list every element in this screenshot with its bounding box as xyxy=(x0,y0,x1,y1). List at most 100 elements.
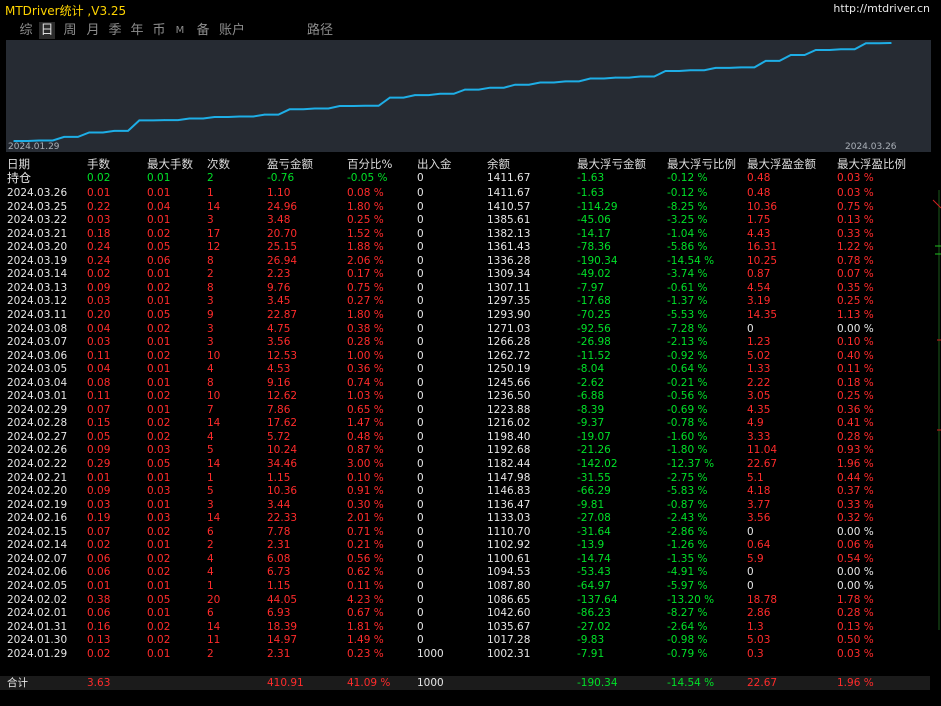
cell-max-float-loss: -8.39 xyxy=(577,403,605,416)
cell-max-float-profit: 4.9 xyxy=(747,417,764,430)
tab-7[interactable]: M xyxy=(174,22,186,39)
cell-max-float-loss-pct: -13.20 % xyxy=(667,593,715,606)
cell-trades: 2 xyxy=(207,539,214,552)
cell-max-float-loss-pct: -0.21 % xyxy=(667,376,708,389)
cell-pct: 0.75 % xyxy=(347,281,384,294)
cell-profit: 26.94 xyxy=(267,254,298,267)
tab-5[interactable]: 年 xyxy=(129,22,145,39)
cell-balance: 1133.03 xyxy=(487,512,531,525)
cell-max-lots: 0.01 xyxy=(147,579,171,592)
table-row: 2024.02.15 0.07 0.02 6 7.78 0.71 % 0 1110.70 -31… xyxy=(0,525,930,539)
cell-max-float-profit-pct: 0.75 % xyxy=(837,200,874,213)
title-bar: MTDriver统计 ,V3.25 http://mtdriver.cn xyxy=(0,0,941,20)
cell-date: 2024.03.01 xyxy=(7,390,68,403)
tab-8[interactable]: 备 xyxy=(195,22,211,39)
tab-10[interactable]: 路径 xyxy=(306,22,334,39)
cell-max-float-loss-pct: -0.56 % xyxy=(667,390,708,403)
cell-max-float-profit-pct: 1.13 % xyxy=(837,308,874,321)
cell-max-lots: 0.02 xyxy=(147,417,171,430)
tab-2[interactable]: 周 xyxy=(62,22,78,39)
cell-balance: 1307.11 xyxy=(487,281,531,294)
cell-trades: 6 xyxy=(207,525,214,538)
cell-max-lots: 0.02 xyxy=(147,322,171,335)
table-row: 2024.01.29 0.02 0.01 2 2.31 0.23 % 1000 1002.31… xyxy=(0,647,930,661)
cell-max-float-profit-pct: 0.03 % xyxy=(837,172,874,184)
cell-max-float-loss-pct: -5.83 % xyxy=(667,485,708,498)
cell-date: 2024.02.22 xyxy=(7,458,68,470)
cell-max-float-profit-pct: 0.25 % xyxy=(837,390,874,403)
cell-profit: 25.15 xyxy=(267,241,298,254)
cell-max-lots: 0.02 xyxy=(147,552,171,565)
cell-max-float-loss: -21.26 xyxy=(577,444,611,457)
cell-max-float-profit-pct: 0.03 % xyxy=(837,187,874,199)
website-link[interactable]: http://mtdriver.cn xyxy=(833,2,930,15)
cell-balance: 1385.61 xyxy=(487,214,531,227)
table-row: 2024.02.16 0.19 0.03 14 22.33 2.01 % 0 1133.03 -… xyxy=(0,511,930,525)
cell-pct: 4.23 % xyxy=(347,593,384,606)
cell-balance: 1411.67 xyxy=(487,187,531,199)
cell-profit: 14.97 xyxy=(267,634,298,647)
cell-trades: 4 xyxy=(207,363,214,376)
cell-max-float-loss-pct: -2.43 % xyxy=(667,512,708,525)
tab-0[interactable]: 综 xyxy=(18,22,34,39)
equity-point xyxy=(263,113,266,116)
cell-deposit: 0 xyxy=(417,485,424,498)
table-row: 2024.02.28 0.15 0.02 14 17.62 1.47 % 0 1216.02 -… xyxy=(0,416,930,430)
cell-deposit: 0 xyxy=(417,254,424,267)
tab-4[interactable]: 季 xyxy=(107,22,123,39)
cell-balance: 1410.57 xyxy=(487,200,531,213)
cell-max-float-loss-pct: -14.54 % xyxy=(667,254,715,267)
tab-6[interactable]: 币 xyxy=(151,22,167,39)
equity-point xyxy=(564,80,567,83)
cell-max-float-profit-pct: 0.54 % xyxy=(837,552,874,565)
cell-deposit: 0 xyxy=(417,281,424,294)
cell-lots: 0.06 xyxy=(87,566,111,579)
cell-date: 2024.03.20 xyxy=(7,241,68,254)
cell-lots: 0.01 xyxy=(87,471,111,484)
cell-profit: 9.76 xyxy=(267,281,291,294)
cell-profit: 22.87 xyxy=(267,308,298,321)
cell-trades: 14 xyxy=(207,620,221,633)
cell-lots: 0.01 xyxy=(87,187,111,199)
cell-max-lots: 0.03 xyxy=(147,512,171,525)
cell-max-float-loss-pct: -0.61 % xyxy=(667,281,708,294)
cell-pct: 3.00 % xyxy=(347,458,384,470)
cell-max-float-profit: 1.75 xyxy=(747,214,771,227)
cell-lots: 0.02 xyxy=(87,539,111,552)
cell-pct: -0.05 % xyxy=(347,172,388,184)
table-row: 2024.02.01 0.06 0.01 6 6.93 0.67 % 0 1042.60 -86… xyxy=(0,606,930,620)
cell-trades: 14 xyxy=(207,200,221,213)
cell-max-float-loss: -26.98 xyxy=(577,336,611,349)
tab-3[interactable]: 月 xyxy=(85,22,101,39)
table-row: 2024.03.08 0.04 0.02 3 4.75 0.38 % 0 1271.03 -92… xyxy=(0,322,930,336)
cell-balance: 1411.67 xyxy=(487,172,531,184)
tab-1[interactable]: 日 xyxy=(39,22,55,39)
cell-deposit: 0 xyxy=(417,200,424,213)
cell-date: 2024.02.06 xyxy=(7,566,68,579)
cell-max-lots: 0.02 xyxy=(147,620,171,633)
cell-balance: 1017.28 xyxy=(487,634,531,647)
cell-date: 2024.03.22 xyxy=(7,214,68,227)
equity-point xyxy=(439,93,441,95)
cell-max-float-loss: -27.02 xyxy=(577,620,611,633)
cell-max-lots: 0.02 xyxy=(147,525,171,538)
cell-balance: 1147.98 xyxy=(487,471,531,484)
cell-profit: 44.05 xyxy=(267,593,298,606)
cell-pct: 0.17 % xyxy=(347,268,384,281)
cell-trades: 8 xyxy=(207,281,214,294)
table-row: 2024.03.21 0.18 0.02 17 20.70 1.52 % 0 1382.13 -… xyxy=(0,227,930,241)
cell-date: 2024.02.28 xyxy=(7,417,68,430)
cell-balance: 1042.60 xyxy=(487,607,531,620)
tab-9[interactable]: 账户 xyxy=(218,22,246,39)
table-row: 2024.03.13 0.09 0.02 8 9.76 0.75 % 0 1307.11 -7.… xyxy=(0,281,930,295)
cell-balance: 1002.31 xyxy=(487,647,531,660)
cell-deposit: 0 xyxy=(417,444,424,457)
cell-balance: 1192.68 xyxy=(487,444,531,457)
cell-profit: 3.56 xyxy=(267,336,291,349)
cell-lots: 0.09 xyxy=(87,444,111,457)
cell-trades: 10 xyxy=(207,390,221,403)
table-row: 2024.02.29 0.07 0.01 7 7.86 0.65 % 0 1223.88 -8.… xyxy=(0,403,930,417)
cell-lots: 0.24 xyxy=(87,254,111,267)
cell-max-float-profit-pct: 0.00 % xyxy=(837,579,874,592)
cell-date: 2024.03.14 xyxy=(7,268,68,281)
